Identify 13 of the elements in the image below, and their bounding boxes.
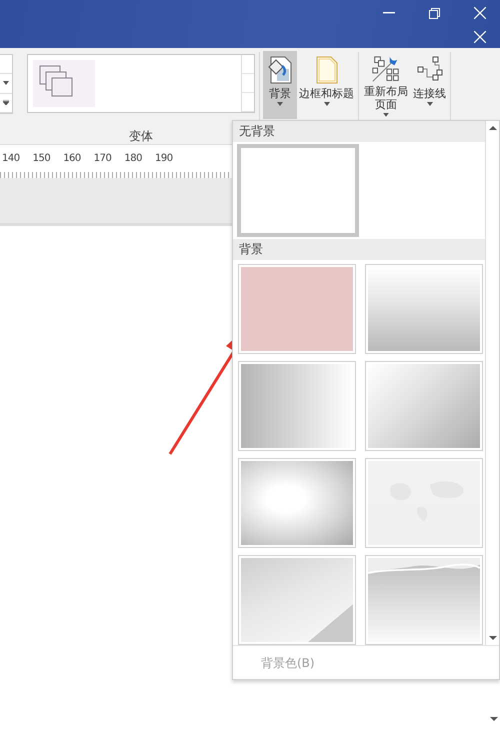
ruler-number: 160 [63,153,81,164]
ruler-number: 140 [2,153,20,164]
ribbon-button[interactable]: 重新布局页面 [361,51,412,119]
ruler-number: 170 [94,153,112,164]
ruler-number: 180 [124,153,142,164]
ruler-number: 150 [32,153,50,164]
ruler-number: 190 [154,153,173,164]
section-header: 背景 [233,239,485,260]
ribbon-button[interactable]: 连接线 [411,51,448,119]
ribbon-button[interactable]: 背景 [263,51,297,119]
group-label: 变体 [129,128,153,145]
section-header: 无背景 [233,121,485,142]
ribbon-button[interactable]: 边框和标题 [297,51,356,119]
